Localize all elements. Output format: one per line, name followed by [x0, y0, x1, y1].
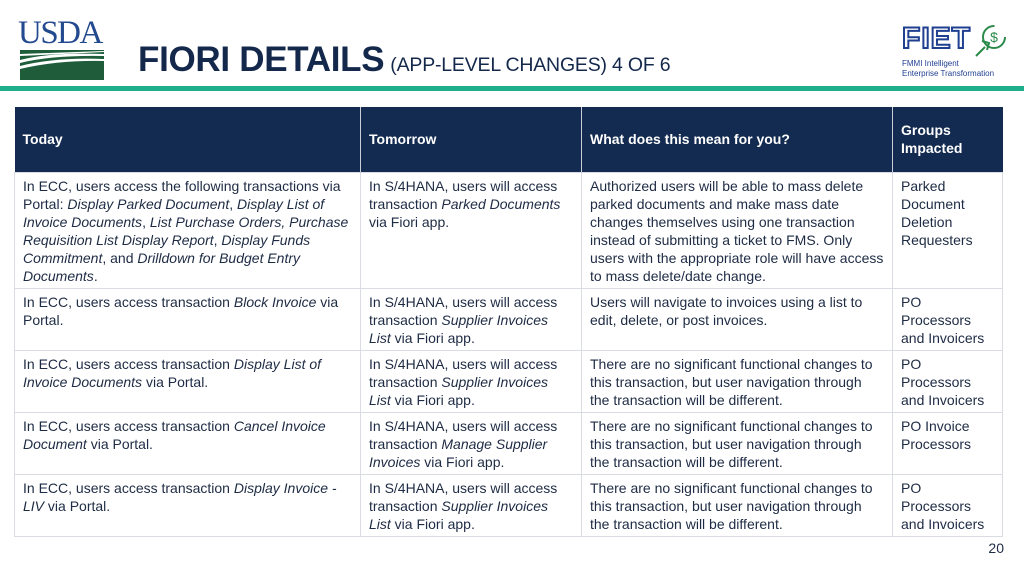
table-row: In ECC, users access transaction Display…: [14, 349, 1003, 413]
text-segment: In ECC, users access transaction: [23, 293, 234, 310]
page-subtitle: (APP-LEVEL CHANGES) 4 OF 6: [390, 54, 671, 76]
fiet-logo-line1: FMMI Intelligent: [902, 59, 959, 68]
usda-logo: USDA: [18, 15, 106, 80]
cell-today: In ECC, users access the following trans…: [14, 171, 361, 289]
dollar-cursor-icon: $: [975, 25, 1006, 57]
cell-groups-impacted: PO Processors and Invoicers: [892, 287, 1003, 351]
slide-title: FIORI DETAILS (APP-LEVEL CHANGES) 4 OF 6: [138, 40, 671, 80]
table-row: In ECC, users access transaction Block I…: [14, 287, 1003, 351]
text-segment: via Fiori app.: [390, 391, 475, 408]
cell-groups-impacted: PO Processors and Invoicers: [892, 473, 1003, 537]
text-segment: .: [93, 267, 98, 284]
page-title: FIORI DETAILS: [138, 40, 385, 79]
transaction-name: Parked Documents: [441, 195, 561, 212]
text-segment: In ECC, users access transaction: [23, 355, 234, 372]
cell-tomorrow: In S/4HANA, users will access transactio…: [360, 171, 582, 289]
cell-today: In ECC, users access transaction Display…: [14, 473, 361, 537]
cell-meaning: There are no significant functional chan…: [581, 349, 893, 413]
text-segment: In ECC, users access transaction: [23, 479, 234, 496]
text-segment: , and: [102, 249, 138, 266]
svg-text:$: $: [990, 29, 998, 45]
cell-meaning: Authorized users will be able to mass de…: [581, 171, 893, 289]
usda-logo-text: USDA: [18, 15, 103, 51]
cell-today: In ECC, users access transaction Cancel …: [14, 411, 361, 475]
text-segment: via Portal.: [44, 497, 111, 514]
changes-table: Today Tomorrow What does this mean for y…: [14, 107, 1003, 537]
text-segment: ,: [142, 213, 150, 230]
text-segment: via Fiori app.: [390, 515, 475, 532]
header-groups-impacted: Groups Impacted: [892, 107, 1003, 172]
transaction-name: Block Invoice: [233, 293, 317, 310]
text-segment: via Fiori app.: [369, 213, 450, 230]
accent-divider: [0, 86, 1024, 91]
table-row: In ECC, users access transaction Cancel …: [14, 411, 1003, 475]
cell-meaning: There are no significant functional chan…: [581, 411, 893, 475]
header-tomorrow: Tomorrow: [360, 107, 582, 172]
table-row: In ECC, users access the following trans…: [14, 171, 1003, 289]
header-meaning: What does this mean for you?: [581, 107, 893, 172]
text-segment: via Fiori app.: [420, 453, 505, 470]
cell-tomorrow: In S/4HANA, users will access transactio…: [360, 287, 582, 351]
table-header-row: Today Tomorrow What does this mean for y…: [14, 107, 1003, 172]
fiet-logo-word: FIET: [901, 22, 971, 55]
text-segment: via Portal.: [142, 373, 209, 390]
text-segment: via Fiori app.: [390, 329, 475, 346]
cell-meaning: Users will navigate to invoices using a …: [581, 287, 893, 351]
cell-tomorrow: In S/4HANA, users will access transactio…: [360, 411, 582, 475]
text-segment: ,: [229, 195, 237, 212]
table-row: In ECC, users access transaction Display…: [14, 473, 1003, 537]
text-segment: In ECC, users access transaction: [23, 417, 234, 434]
cell-tomorrow: In S/4HANA, users will access transactio…: [360, 349, 582, 413]
cell-groups-impacted: PO Processors and Invoicers: [892, 349, 1003, 413]
text-segment: via Portal.: [86, 435, 153, 452]
usda-field-icon: [20, 50, 104, 80]
cell-tomorrow: In S/4HANA, users will access transactio…: [360, 473, 582, 537]
cell-meaning: There are no significant functional chan…: [581, 473, 893, 537]
fiet-logo-line2: Enterprise Transformation: [902, 69, 995, 78]
cell-groups-impacted: Parked Document Deletion Requesters: [892, 171, 1003, 289]
fiet-logo: FIET $ FMMI Intelligent Enterprise Trans…: [898, 22, 1010, 80]
page-number: 20: [988, 540, 1004, 556]
header-today: Today: [14, 107, 361, 172]
transaction-name: Display Parked Document: [67, 195, 230, 212]
cell-today: In ECC, users access transaction Display…: [14, 349, 361, 413]
cell-groups-impacted: PO Invoice Processors: [892, 411, 1003, 475]
cell-today: In ECC, users access transaction Block I…: [14, 287, 361, 351]
